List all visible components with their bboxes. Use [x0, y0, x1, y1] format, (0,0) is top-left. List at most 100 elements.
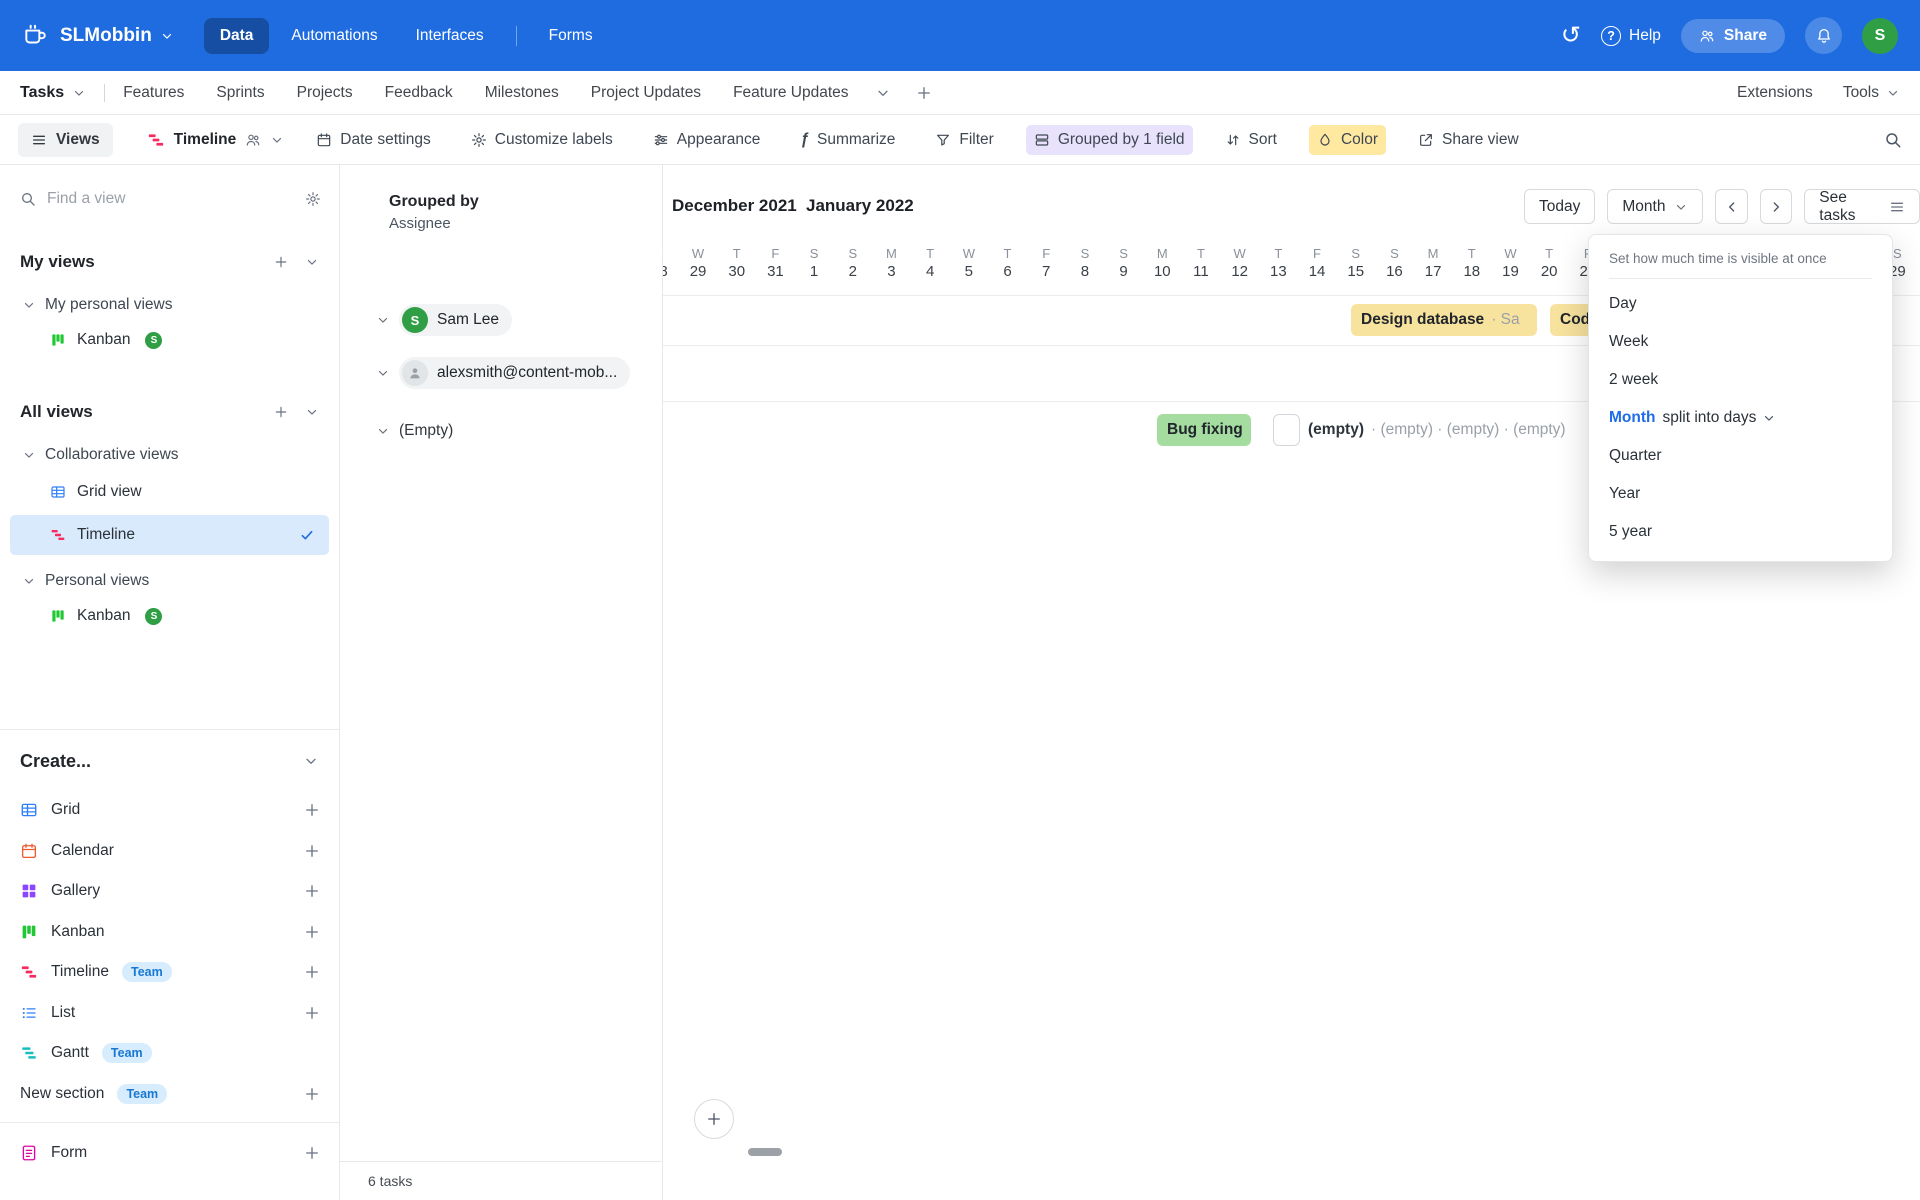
add-task-button[interactable] — [694, 1099, 734, 1139]
sidebar-item-timeline-selected[interactable]: Timeline — [10, 515, 329, 555]
create-timeline-row[interactable]: Timeline Team — [0, 952, 339, 993]
scale-option[interactable]: Month split into days — [1589, 399, 1892, 437]
add-view-icon[interactable] — [273, 404, 289, 420]
create-gantt-row[interactable]: Gantt Team — [0, 1033, 339, 1074]
customize-labels-label: Customize labels — [494, 130, 613, 148]
my-personal-views-row[interactable]: My personal views — [22, 293, 323, 317]
notifications-button[interactable] — [1805, 17, 1842, 54]
chevron-down-icon[interactable] — [305, 255, 319, 269]
chevron-down-icon[interactable] — [376, 366, 390, 380]
table-tab[interactable]: Feature Updates — [733, 84, 848, 102]
extensions-button[interactable]: Extensions — [1737, 84, 1813, 102]
user-avatar[interactable]: S — [1862, 17, 1898, 54]
day-number: 29 — [689, 263, 707, 280]
grouped-by-button[interactable]: Grouped by 1 field — [1025, 124, 1193, 155]
base-name-menu[interactable]: SLMobbin — [60, 25, 174, 47]
share-button[interactable]: Share — [1680, 18, 1785, 53]
personal-views-row[interactable]: Personal views — [22, 569, 323, 593]
add-table-icon[interactable] — [915, 84, 933, 102]
sidebar-item-kanban-personal[interactable]: Kanban S — [10, 321, 329, 359]
chevron-down-icon[interactable] — [305, 405, 319, 419]
create-new-section-row[interactable]: New section Team — [0, 1074, 339, 1115]
plus-icon[interactable] — [303, 1004, 321, 1022]
scale-option[interactable]: Week — [1589, 323, 1892, 361]
group-row-alexsmith[interactable]: alexsmith@content-mob... — [340, 345, 662, 401]
create-gallery-row[interactable]: Gallery — [0, 871, 339, 912]
more-tables-chevron-icon[interactable] — [875, 85, 891, 101]
create-section-header[interactable]: Create... — [20, 746, 319, 776]
create-list-row[interactable]: List — [0, 993, 339, 1034]
tools-button[interactable]: Tools — [1843, 84, 1900, 102]
nav-interfaces[interactable]: Interfaces — [400, 18, 500, 54]
create-kanban-row[interactable]: Kanban — [0, 912, 339, 953]
gear-icon[interactable] — [305, 191, 321, 207]
view-label: Kanban — [77, 607, 131, 624]
scale-option[interactable]: 2 week — [1589, 361, 1892, 399]
create-calendar-row[interactable]: Calendar — [0, 831, 339, 872]
nav-data[interactable]: Data — [203, 17, 270, 54]
find-view-input[interactable] — [47, 190, 294, 208]
scale-option-label: 2 week — [1609, 371, 1659, 388]
add-view-icon[interactable] — [273, 254, 289, 270]
create-grid-row[interactable]: Grid — [0, 790, 339, 831]
sidebar-item-grid-view[interactable]: Grid view — [10, 473, 329, 511]
share-view-button[interactable]: Share view — [1410, 125, 1527, 155]
group-row-sam-lee[interactable]: S Sam Lee — [340, 295, 662, 345]
day-of-week: S — [1351, 246, 1361, 261]
table-tab[interactable]: Sprints — [216, 84, 264, 102]
nav-automations[interactable]: Automations — [275, 18, 393, 54]
table-tab[interactable]: Projects — [297, 84, 353, 102]
sidebar-item-kanban-personal2[interactable]: Kanban S — [10, 597, 329, 635]
next-period-button[interactable] — [1759, 189, 1793, 224]
task-bar-design-database[interactable]: Design database · Sa — [1351, 304, 1537, 336]
tab-tasks-active[interactable]: Tasks — [20, 84, 86, 102]
sliders-icon — [653, 132, 669, 148]
table-tab[interactable]: Feedback — [385, 84, 453, 102]
search-icon[interactable] — [1884, 131, 1902, 149]
table-tab[interactable]: Project Updates — [591, 84, 701, 102]
today-button[interactable]: Today — [1524, 189, 1596, 224]
table-tab[interactable]: Milestones — [485, 84, 559, 102]
scale-dropdown-button[interactable]: Month — [1607, 189, 1704, 224]
scale-option[interactable]: Year — [1589, 475, 1892, 513]
plus-icon[interactable] — [303, 963, 321, 981]
today-label: Today — [1539, 197, 1581, 215]
views-toggle-button[interactable]: Views — [18, 122, 113, 157]
scale-option[interactable]: 5 year — [1589, 513, 1892, 551]
sort-arrows-icon — [1225, 132, 1241, 148]
customize-labels-button[interactable]: Customize labels — [463, 125, 621, 155]
sort-button[interactable]: Sort — [1217, 125, 1285, 155]
plus-icon[interactable] — [303, 882, 321, 900]
date-settings-button[interactable]: Date settings — [308, 125, 438, 155]
view-switcher[interactable]: Timeline — [147, 131, 285, 149]
group-row-empty[interactable]: (Empty) — [340, 401, 662, 460]
prev-period-button[interactable] — [1715, 189, 1748, 224]
appearance-button[interactable]: Appearance — [645, 125, 769, 155]
plus-icon[interactable] — [303, 1144, 321, 1162]
color-button[interactable]: Color — [1308, 124, 1386, 155]
plus-icon[interactable] — [303, 1085, 321, 1103]
help-button[interactable]: ? Help — [1601, 25, 1661, 46]
grouped-by-header: Grouped by Assignee — [340, 165, 662, 234]
plus-icon[interactable] — [303, 842, 321, 860]
collaborative-views-row[interactable]: Collaborative views — [22, 443, 323, 467]
summarize-button[interactable]: ƒ Summarize — [792, 125, 903, 155]
plus-icon[interactable] — [303, 801, 321, 819]
chevron-down-icon[interactable] — [376, 424, 390, 438]
scale-option[interactable]: Day — [1589, 285, 1892, 323]
history-icon[interactable]: ↺ — [1561, 23, 1581, 48]
grouped-by-label: Grouped by — [389, 193, 479, 210]
day-of-week: T — [732, 246, 741, 261]
create-form-row[interactable]: Form — [0, 1133, 339, 1173]
chevron-down-icon[interactable] — [376, 313, 390, 327]
task-bar-bug-fixing[interactable]: Bug fixing — [1157, 414, 1251, 446]
content-area: My views My personal views Kanban S All … — [0, 165, 1920, 1200]
scale-option[interactable]: Quarter — [1589, 437, 1892, 475]
nav-forms[interactable]: Forms — [533, 18, 609, 54]
horizontal-scrollbar[interactable] — [748, 1148, 782, 1156]
table-tab[interactable]: Features — [123, 84, 184, 102]
filter-button[interactable]: Filter — [927, 125, 1001, 155]
plus-icon[interactable] — [303, 923, 321, 941]
task-bar-empty[interactable] — [1273, 414, 1300, 446]
see-tasks-button[interactable]: See tasks — [1804, 189, 1920, 224]
